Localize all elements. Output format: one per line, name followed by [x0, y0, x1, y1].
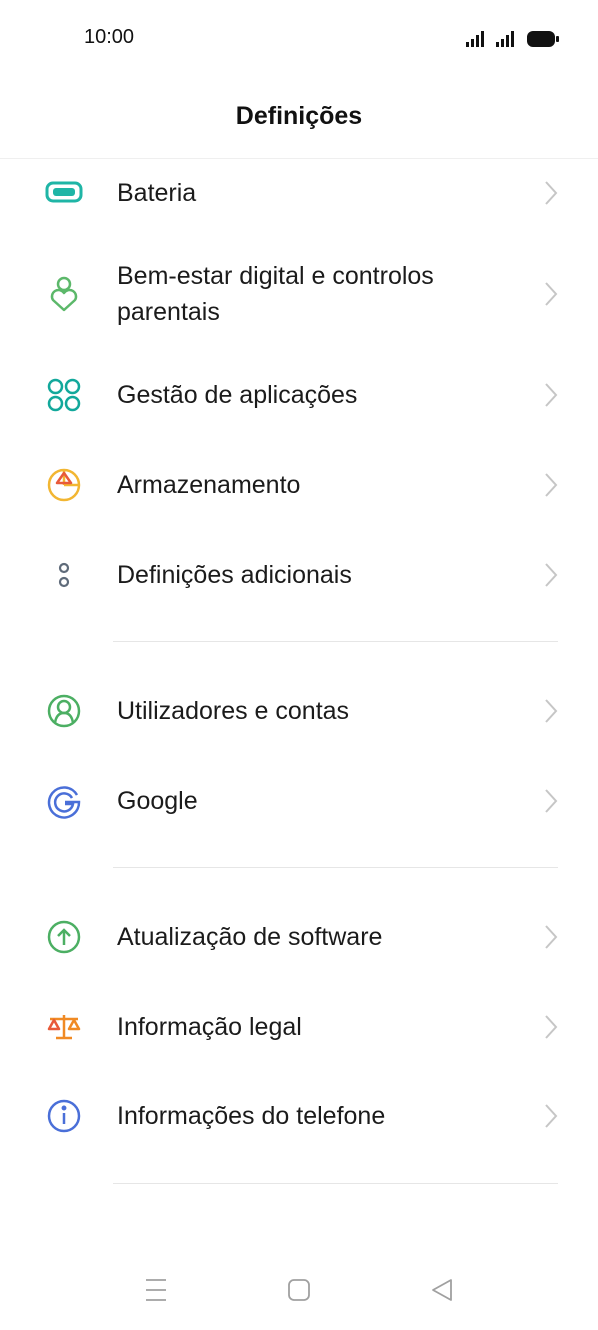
divider: [113, 867, 558, 868]
page-title: Definições: [235, 102, 363, 130]
status-icons: [464, 28, 564, 50]
storage-icon: [44, 465, 84, 505]
chevron-right-icon: [540, 922, 560, 952]
chevron-right-icon: [540, 1101, 560, 1131]
settings-item-google[interactable]: Google: [0, 776, 598, 826]
settings-item-apps[interactable]: Gestão de aplicações: [0, 370, 598, 420]
settings-item-storage[interactable]: Armazenamento: [0, 460, 598, 510]
back-icon[interactable]: [424, 1272, 460, 1308]
home-icon[interactable]: [281, 1272, 317, 1308]
more-settings-icon: [44, 555, 84, 595]
settings-item-label: Gestão de aplicações: [117, 381, 358, 409]
settings-item-digital-wellbeing[interactable]: Bem-estar digital e controlos parentais: [0, 256, 598, 332]
status-bar: 10:00: [0, 0, 598, 78]
divider: [113, 641, 558, 642]
settings-item-label: Informações do telefone: [117, 1102, 386, 1130]
settings-item-software-update[interactable]: Atualização de software: [0, 912, 598, 962]
menu-icon[interactable]: [138, 1272, 174, 1308]
settings-item-phone-info[interactable]: Informações do telefone: [0, 1091, 598, 1141]
settings-item-legal-info[interactable]: Informação legal: [0, 1002, 598, 1052]
digital-wellbeing-icon: [44, 274, 84, 314]
signal-icon: [466, 31, 484, 47]
chevron-right-icon: [540, 470, 560, 500]
status-time: 10:00: [84, 26, 135, 48]
update-icon: [44, 917, 84, 957]
settings-item-label: Informação legal: [117, 1013, 302, 1041]
signal-icon: [496, 31, 514, 47]
settings-item-label: Utilizadores e contas: [117, 697, 350, 725]
settings-item-label: parentais: [117, 298, 220, 326]
settings-item-label: Armazenamento: [117, 471, 301, 499]
chevron-right-icon: [540, 279, 560, 309]
navigation-bar: [0, 1250, 598, 1330]
chevron-right-icon: [540, 560, 560, 590]
title-bar: Definições: [0, 78, 598, 159]
battery-icon: [527, 31, 559, 47]
settings-item-battery[interactable]: Bateria: [0, 168, 598, 218]
chevron-right-icon: [540, 178, 560, 208]
settings-item-additional-settings[interactable]: Definições adicionais: [0, 550, 598, 600]
settings-item-label: Definições adicionais: [117, 561, 352, 589]
google-icon: [44, 781, 84, 821]
battery-icon: [44, 172, 84, 212]
apps-icon: [44, 375, 84, 415]
settings-item-label: Bem-estar digital e controlos: [117, 262, 434, 290]
chevron-right-icon: [540, 1012, 560, 1042]
settings-item-label: Bateria: [117, 179, 197, 207]
info-icon: [44, 1096, 84, 1136]
settings-item-label: Atualização de software: [117, 923, 383, 951]
chevron-right-icon: [540, 696, 560, 726]
settings-item-users-accounts[interactable]: Utilizadores e contas: [0, 686, 598, 736]
chevron-right-icon: [540, 786, 560, 816]
chevron-right-icon: [540, 380, 560, 410]
users-icon: [44, 691, 84, 731]
settings-item-label: Google: [117, 787, 198, 815]
legal-icon: [44, 1007, 84, 1047]
divider: [113, 1183, 558, 1184]
